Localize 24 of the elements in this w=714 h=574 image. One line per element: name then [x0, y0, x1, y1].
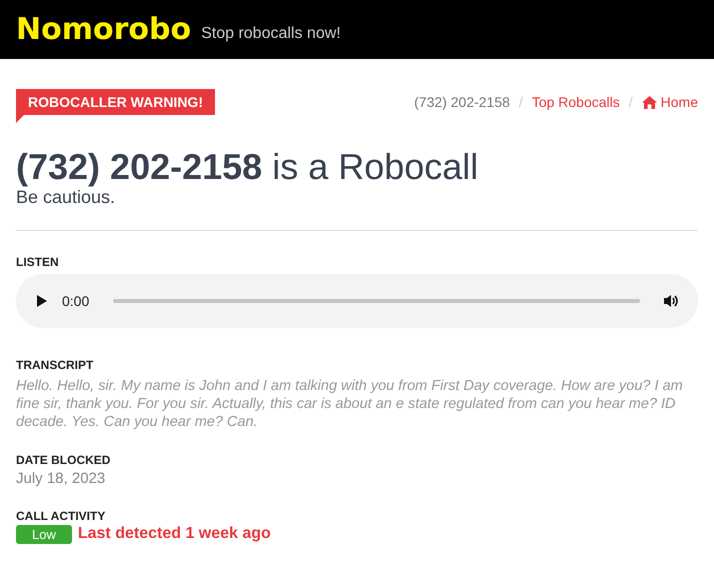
section-label: DATE BLOCKED [16, 452, 112, 467]
breadcrumb-separator: / [518, 94, 523, 110]
subtitle: Be cautious. [16, 186, 116, 208]
progress-track[interactable] [113, 298, 640, 303]
breadcrumb-separator: / [628, 94, 633, 110]
home-icon [642, 96, 657, 108]
section-label: CALL ACTIVITY [16, 508, 106, 523]
warning-badge: ROBOCALLER WARNING! [16, 89, 215, 115]
breadcrumb-text: (732) 202-2158 [414, 94, 510, 110]
activity-level-badge: Low [16, 524, 72, 544]
tagline: Stop robocalls now! [201, 24, 341, 42]
transcript-text: Hello. Hello, sir. My name is John and I am talking with you from First Day coverage. How are you? I am fine sir, thank you. For you sir. Actually, this car is about an e state regulated from can you hear me? ID decade. Yes. Can you hear me? Can. [16, 376, 684, 431]
last-detected-text: Last detected 1 week ago [78, 525, 271, 544]
volume-icon[interactable] [664, 294, 680, 308]
page-title: (732) 202-2158 is a Robocall [16, 147, 480, 187]
badge-tail [16, 115, 24, 123]
breadcrumb-link[interactable]: Home [660, 94, 698, 110]
time-display: 0:00 [62, 292, 90, 309]
section-label: LISTEN [16, 254, 60, 269]
date-value: July 18, 2023 [16, 470, 106, 487]
section-label: TRANSCRIPT [16, 358, 94, 372]
play-button[interactable] [36, 294, 48, 308]
logo[interactable]: Nomorobo [16, 12, 192, 47]
breadcrumb-link[interactable]: Top Robocalls [532, 94, 620, 110]
